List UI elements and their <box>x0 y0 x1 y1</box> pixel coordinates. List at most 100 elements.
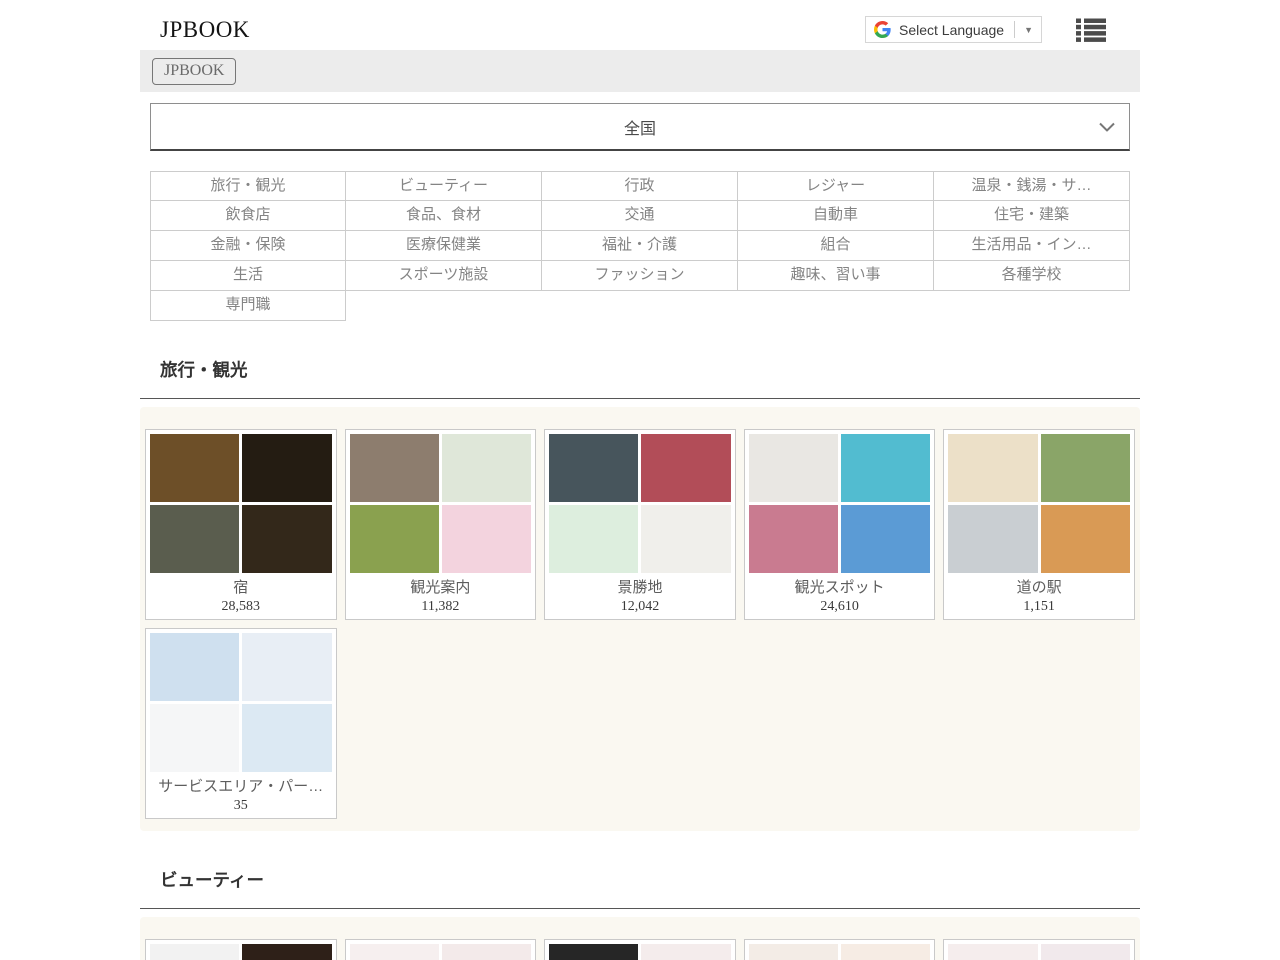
category-item[interactable]: 住宅・建築 <box>934 201 1130 231</box>
subcategory-card[interactable]: 宿 28,583 <box>145 429 337 620</box>
subcategory-card[interactable] <box>544 939 736 960</box>
card-count: 1,151 <box>948 598 1130 615</box>
category-item[interactable]: 福祉・介護 <box>542 231 738 261</box>
chevron-down-icon <box>1099 122 1115 131</box>
category-item[interactable]: 専門職 <box>150 291 346 321</box>
subcategory-card[interactable]: 観光案内 11,382 <box>345 429 537 620</box>
site-thumbnail <box>150 633 239 701</box>
thumbnail-collage <box>749 434 931 573</box>
card-label: 景勝地 <box>549 578 731 597</box>
section-title-travel: 旅行・観光 <box>140 357 1140 399</box>
card-count: 24,610 <box>749 598 931 615</box>
site-thumbnail <box>150 434 239 502</box>
google-translate-dropdown[interactable]: Select Language ▼ <box>865 16 1042 43</box>
site-thumbnail <box>1041 505 1130 573</box>
travel-cards-section: 宿 28,583 観光案内 11,382 景勝地 12,042 <box>140 407 1140 831</box>
thumbnail-collage <box>150 633 332 772</box>
category-item[interactable]: 組合 <box>738 231 934 261</box>
category-item[interactable]: レジャー <box>738 171 934 201</box>
site-thumbnail <box>442 434 531 502</box>
site-thumbnail <box>350 505 439 573</box>
card-label: サービスエリア・パー… <box>150 777 332 796</box>
page-container: JPBOOK Select Language ▼ <box>140 0 1140 960</box>
site-thumbnail <box>150 704 239 772</box>
site-thumbnail <box>242 944 331 960</box>
thumbnail-collage <box>150 944 332 960</box>
thumbnail-collage <box>549 944 731 960</box>
thumbnail-collage <box>948 434 1130 573</box>
category-item[interactable]: 金融・保険 <box>150 231 346 261</box>
thumbnail-collage <box>549 434 731 573</box>
site-thumbnail <box>749 505 838 573</box>
site-thumbnail <box>749 944 838 960</box>
site-thumbnail <box>948 944 1037 960</box>
google-logo-icon <box>874 21 891 38</box>
category-item[interactable]: ビューティー <box>346 171 542 201</box>
subcategory-card[interactable] <box>744 939 936 960</box>
thumbnail-collage <box>350 434 532 573</box>
subcategory-card[interactable] <box>943 939 1135 960</box>
category-item[interactable]: 飲食店 <box>150 201 346 231</box>
site-thumbnail <box>242 704 331 772</box>
category-item[interactable]: 生活 <box>150 261 346 291</box>
header: JPBOOK Select Language ▼ <box>140 0 1140 50</box>
category-item[interactable]: 趣味、習い事 <box>738 261 934 291</box>
category-item[interactable]: 生活用品・イン… <box>934 231 1130 261</box>
site-logo[interactable]: JPBOOK <box>160 17 250 43</box>
header-actions: Select Language ▼ <box>865 16 1120 43</box>
site-thumbnail <box>150 944 239 960</box>
site-thumbnail <box>749 434 838 502</box>
category-item[interactable]: 交通 <box>542 201 738 231</box>
translate-label: Select Language <box>899 22 1004 38</box>
card-label: 道の駅 <box>948 578 1130 597</box>
card-count: 12,042 <box>549 598 731 615</box>
card-label: 宿 <box>150 578 332 597</box>
thumbnail-collage <box>350 944 532 960</box>
card-label: 観光スポット <box>749 578 931 597</box>
breadcrumb-home-button[interactable]: JPBOOK <box>152 58 236 85</box>
region-select-value: 全国 <box>624 115 656 139</box>
subcategory-card[interactable]: 観光スポット 24,610 <box>744 429 936 620</box>
subcategory-card[interactable]: 景勝地 12,042 <box>544 429 736 620</box>
category-item[interactable]: 医療保健業 <box>346 231 542 261</box>
category-item[interactable]: スポーツ施設 <box>346 261 542 291</box>
region-select[interactable]: 全国 <box>150 103 1130 151</box>
site-thumbnail <box>841 434 930 502</box>
subcategory-card[interactable]: 道の駅 1,151 <box>943 429 1135 620</box>
translate-divider <box>1014 21 1015 38</box>
site-thumbnail <box>841 505 930 573</box>
thumbnail-collage <box>948 944 1130 960</box>
category-item[interactable]: 行政 <box>542 171 738 201</box>
thumbnail-collage <box>150 434 332 573</box>
subcategory-card[interactable]: サービスエリア・パー… 35 <box>145 628 337 819</box>
subcategory-card[interactable] <box>345 939 537 960</box>
category-grid: 旅行・観光 ビューティー 行政 レジャー 温泉・銭湯・サ… 飲食店 食品、食材 … <box>150 171 1130 321</box>
beauty-cards-section <box>140 917 1140 960</box>
site-thumbnail <box>242 505 331 573</box>
site-thumbnail <box>841 944 930 960</box>
site-thumbnail <box>549 434 638 502</box>
site-thumbnail <box>641 505 730 573</box>
site-thumbnail <box>1041 434 1130 502</box>
site-thumbnail <box>242 633 331 701</box>
category-item[interactable]: 自動車 <box>738 201 934 231</box>
subcategory-card[interactable] <box>145 939 337 960</box>
card-count: 11,382 <box>350 598 532 615</box>
site-thumbnail <box>641 944 730 960</box>
category-item[interactable]: 食品、食材 <box>346 201 542 231</box>
site-thumbnail <box>1041 944 1130 960</box>
category-item[interactable]: 温泉・銭湯・サ… <box>934 171 1130 201</box>
category-item[interactable]: 各種学校 <box>934 261 1130 291</box>
site-thumbnail <box>242 434 331 502</box>
site-thumbnail <box>549 505 638 573</box>
site-thumbnail <box>549 944 638 960</box>
card-label: 観光案内 <box>350 578 532 597</box>
card-count: 35 <box>150 797 332 814</box>
site-thumbnail <box>350 434 439 502</box>
site-thumbnail <box>641 434 730 502</box>
list-menu-icon[interactable] <box>1076 18 1106 42</box>
category-item[interactable]: 旅行・観光 <box>150 171 346 201</box>
site-thumbnail <box>150 505 239 573</box>
card-count: 28,583 <box>150 598 332 615</box>
category-item[interactable]: ファッション <box>542 261 738 291</box>
